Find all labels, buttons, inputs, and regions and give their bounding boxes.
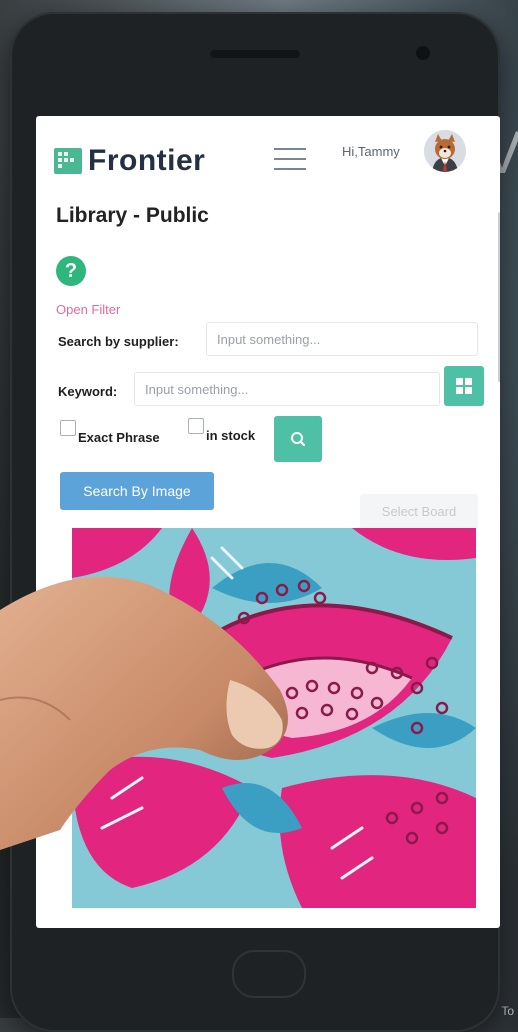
app-header: Frontier Hi,Tammy (36, 116, 500, 196)
brand-name: Frontier (88, 144, 206, 177)
page-title: Library - Public (56, 204, 209, 227)
background-corner-text: To (501, 1004, 514, 1018)
hamburger-icon[interactable] (274, 148, 306, 170)
question-circle-icon[interactable]: ? (56, 256, 86, 286)
fabric-pattern-image[interactable] (72, 528, 476, 908)
phone-home-button[interactable] (232, 950, 306, 998)
in-stock-label: in stock (206, 428, 256, 443)
grid-view-button[interactable] (444, 366, 484, 406)
phone-camera (416, 46, 430, 60)
in-stock-checkbox[interactable] (188, 418, 204, 434)
phone-speaker (210, 50, 300, 58)
supplier-label: Search by supplier: (58, 334, 179, 349)
supplier-search-input[interactable] (206, 322, 478, 356)
open-filter-link[interactable]: Open Filter (56, 302, 120, 317)
avatar[interactable] (424, 130, 466, 172)
exact-phrase-checkbox[interactable] (60, 420, 76, 436)
exact-phrase-label: Exact Phrase (78, 430, 160, 445)
phone-body: Frontier Hi,Tammy Library - Public ? Ope… (10, 12, 500, 1032)
brand-logo[interactable]: Frontier (54, 144, 205, 178)
select-board-button[interactable]: Select Board (360, 494, 478, 530)
search-icon (291, 432, 306, 447)
page-scrollbar[interactable] (498, 212, 500, 382)
keyword-search-input[interactable] (134, 372, 440, 406)
phone-screen: Frontier Hi,Tammy Library - Public ? Ope… (36, 116, 500, 928)
user-greeting: Hi,Tammy (342, 144, 400, 159)
search-by-image-button[interactable]: Search By Image (60, 472, 214, 510)
brand-logo-mark-icon (54, 148, 82, 174)
search-button[interactable] (274, 416, 322, 462)
keyword-label: Keyword: (58, 384, 118, 399)
